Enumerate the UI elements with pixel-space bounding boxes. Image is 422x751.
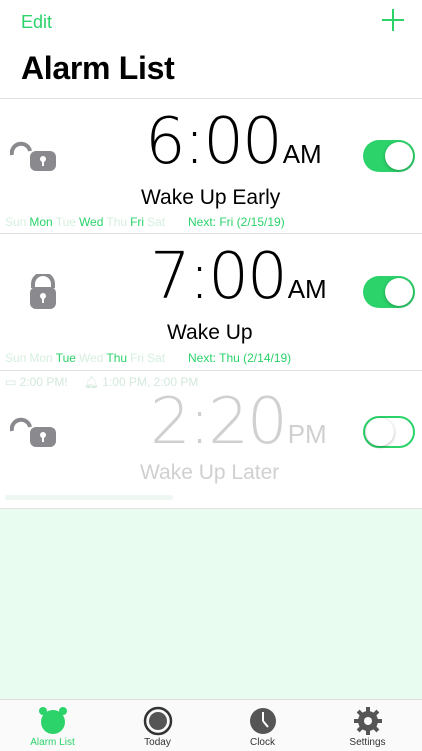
day-fri: Fri <box>130 215 145 229</box>
day-wed: Wed <box>78 215 104 229</box>
tab-label: Settings <box>349 737 386 748</box>
day-sat: Sat <box>147 351 166 365</box>
tab-label: Clock <box>249 737 275 748</box>
unlocked-icon[interactable] <box>10 137 58 173</box>
time-ampm: PM <box>287 419 327 449</box>
time-value: 2:20 <box>150 385 288 459</box>
alarm-toggle[interactable] <box>363 140 415 172</box>
lock-icon[interactable] <box>10 274 58 310</box>
divider <box>0 370 422 371</box>
alarm-time: 2:20PM <box>150 385 327 459</box>
time-ampm: AM <box>287 274 327 304</box>
alarm-label: Wake Up Later <box>140 461 280 484</box>
tab-settings[interactable]: Settings <box>315 700 420 751</box>
unlocked-icon[interactable] <box>10 413 58 449</box>
day-mon: Mon <box>29 215 53 229</box>
day-tue: Tue <box>55 351 76 365</box>
page-title: Alarm List <box>21 50 175 86</box>
tab-label: Alarm List <box>30 737 75 748</box>
day-fri: Fri <box>130 351 145 365</box>
alarm-toggle[interactable] <box>363 276 415 308</box>
toggle-knob <box>385 142 413 170</box>
day-sun: Sun <box>5 215 27 229</box>
add-alarm-button[interactable] <box>380 6 408 34</box>
day-tue: Tue <box>55 215 76 229</box>
navigation-bar: Edit Alarm List <box>0 0 422 98</box>
tab-today[interactable]: Today <box>105 700 210 751</box>
day-sat: Sat <box>147 215 166 229</box>
time-value: 6:00 <box>145 105 283 179</box>
alarm-label: Wake Up Early <box>141 186 281 209</box>
repeat-days-faded <box>5 490 176 504</box>
day-thu: Thu <box>106 215 128 229</box>
alarm-label: Wake Up <box>167 321 253 344</box>
edit-button[interactable]: Edit <box>21 12 52 33</box>
sleep-time: 2:00 PM! <box>19 375 68 389</box>
alarm-row[interactable]: 7:00AM Wake Up Sun Mon Tue Wed Thu Fri Sat Nex… <box>0 234 422 370</box>
next-alarm-date: Next: Fri (2/15/19) <box>188 215 285 229</box>
day-wed: Wed <box>78 351 104 365</box>
next-alarm-date: Next: Thu (2/14/19) <box>188 351 292 365</box>
repeat-days: Sun Mon Tue Wed Thu Fri Sat <box>5 215 168 229</box>
time-ampm: AM <box>282 139 322 169</box>
toggle-knob <box>366 418 394 446</box>
alarm-toggle[interactable] <box>363 416 415 448</box>
clock-icon <box>250 708 276 734</box>
day-mon: Mon <box>29 351 53 365</box>
toggle-knob <box>385 278 413 306</box>
gear-icon <box>354 707 382 735</box>
empty-area <box>0 509 422 699</box>
day-thu: Thu <box>106 351 128 365</box>
alarm-row[interactable]: 2:20PM Wake Up Later <box>0 385 422 508</box>
alarm-row[interactable]: 6:00AM Wake Up Early Sun Mon Tue Wed Thu Fri S… <box>0 99 422 233</box>
alarm-time: 7:00AM <box>150 240 327 314</box>
tab-bar: Alarm List Today Clock Settings <box>0 699 422 751</box>
sleep-info: ▭ 2:00 PM! <box>5 375 68 389</box>
day-sun: Sun <box>5 351 27 365</box>
alarm-clock-icon <box>39 707 67 734</box>
time-value: 7:00 <box>150 240 288 314</box>
tab-clock[interactable]: Clock <box>210 700 315 751</box>
tab-label: Today <box>144 737 171 748</box>
repeat-days: Sun Mon Tue Wed Thu Fri Sat <box>5 351 168 365</box>
today-icon <box>143 706 173 736</box>
alarm-time: 6:00AM <box>145 105 322 179</box>
tab-alarm-list[interactable]: Alarm List <box>0 700 105 751</box>
faded-days <box>5 495 173 501</box>
